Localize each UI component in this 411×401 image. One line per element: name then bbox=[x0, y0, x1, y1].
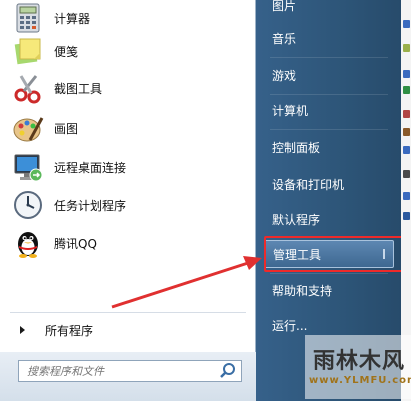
right-item-label: 计算机 bbox=[272, 103, 309, 118]
divider bbox=[270, 273, 388, 274]
program-label: 便笺 bbox=[54, 44, 79, 59]
paint-icon bbox=[12, 112, 44, 144]
program-item-sticky-notes[interactable]: 便笺 bbox=[8, 33, 252, 69]
remote-desktop-icon bbox=[12, 151, 44, 183]
right-item-label: 默认程序 bbox=[272, 212, 321, 227]
program-label: 任务计划程序 bbox=[54, 198, 127, 213]
right-item-pictures[interactable]: 图片 bbox=[264, 0, 394, 19]
right-item-devices-printers[interactable]: 设备和打印机 bbox=[264, 170, 394, 198]
arrow-right-icon bbox=[20, 326, 25, 334]
right-item-label: 游戏 bbox=[272, 68, 297, 83]
search-input[interactable] bbox=[19, 361, 218, 381]
search-box bbox=[18, 360, 242, 382]
divider bbox=[270, 94, 388, 95]
right-item-label: 设备和打印机 bbox=[272, 177, 345, 192]
qq-penguin-icon bbox=[12, 227, 44, 259]
program-label: 腾讯QQ bbox=[54, 236, 97, 251]
right-item-label: 控制面板 bbox=[272, 140, 321, 155]
right-item-label: 帮助和支持 bbox=[272, 283, 333, 298]
all-programs-button[interactable]: 所有程序 bbox=[12, 319, 252, 341]
program-item-snipping-tool[interactable]: 截图工具 bbox=[8, 70, 252, 106]
right-item-label: 运行... bbox=[272, 318, 308, 333]
task-scheduler-icon bbox=[12, 189, 44, 221]
divider bbox=[10, 312, 246, 313]
start-menu-left-pane: 计算器 便笺 截图工具 画图 远程桌面连接 任务计划程序 腾讯QQ 所有程序 搜… bbox=[0, 0, 256, 401]
right-item-music[interactable]: 音乐 bbox=[264, 24, 394, 52]
right-item-label: 图片 bbox=[272, 0, 297, 13]
right-item-control-panel[interactable]: 控制面板 bbox=[264, 133, 394, 161]
program-item-task-scheduler[interactable]: 任务计划程序 bbox=[8, 187, 252, 223]
divider bbox=[270, 129, 388, 130]
program-label: 截图工具 bbox=[54, 81, 103, 96]
watermark: 雨林木风 www.YLMFU.com bbox=[305, 335, 411, 399]
right-item-computer[interactable]: 计算机 bbox=[264, 96, 394, 124]
program-label: 远程桌面连接 bbox=[54, 160, 127, 175]
right-item-games[interactable]: 游戏 bbox=[264, 61, 394, 89]
search-icon[interactable] bbox=[218, 361, 238, 381]
program-item-remote-desktop[interactable]: 远程桌面连接 bbox=[8, 149, 252, 185]
right-item-help-support[interactable]: 帮助和支持 bbox=[264, 276, 394, 304]
watermark-title: 雨林木风 bbox=[313, 349, 406, 374]
sticky-notes-icon bbox=[12, 35, 44, 67]
program-item-qq[interactable]: 腾讯QQ bbox=[8, 225, 252, 261]
search-area bbox=[0, 352, 256, 401]
divider bbox=[270, 57, 388, 58]
all-programs-label: 所有程序 bbox=[45, 323, 94, 338]
calculator-icon bbox=[12, 2, 44, 34]
right-item-default-programs[interactable]: 默认程序 bbox=[264, 205, 394, 233]
program-item-calculator[interactable]: 计算器 bbox=[8, 0, 252, 36]
program-item-paint[interactable]: 画图 bbox=[8, 110, 252, 146]
program-label: 计算器 bbox=[54, 11, 91, 26]
right-item-label: 音乐 bbox=[272, 31, 297, 46]
program-label: 画图 bbox=[54, 121, 79, 136]
watermark-url: www.YLMFU.com bbox=[309, 375, 411, 386]
snipping-tool-icon bbox=[12, 72, 44, 104]
highlight-box bbox=[264, 236, 406, 272]
